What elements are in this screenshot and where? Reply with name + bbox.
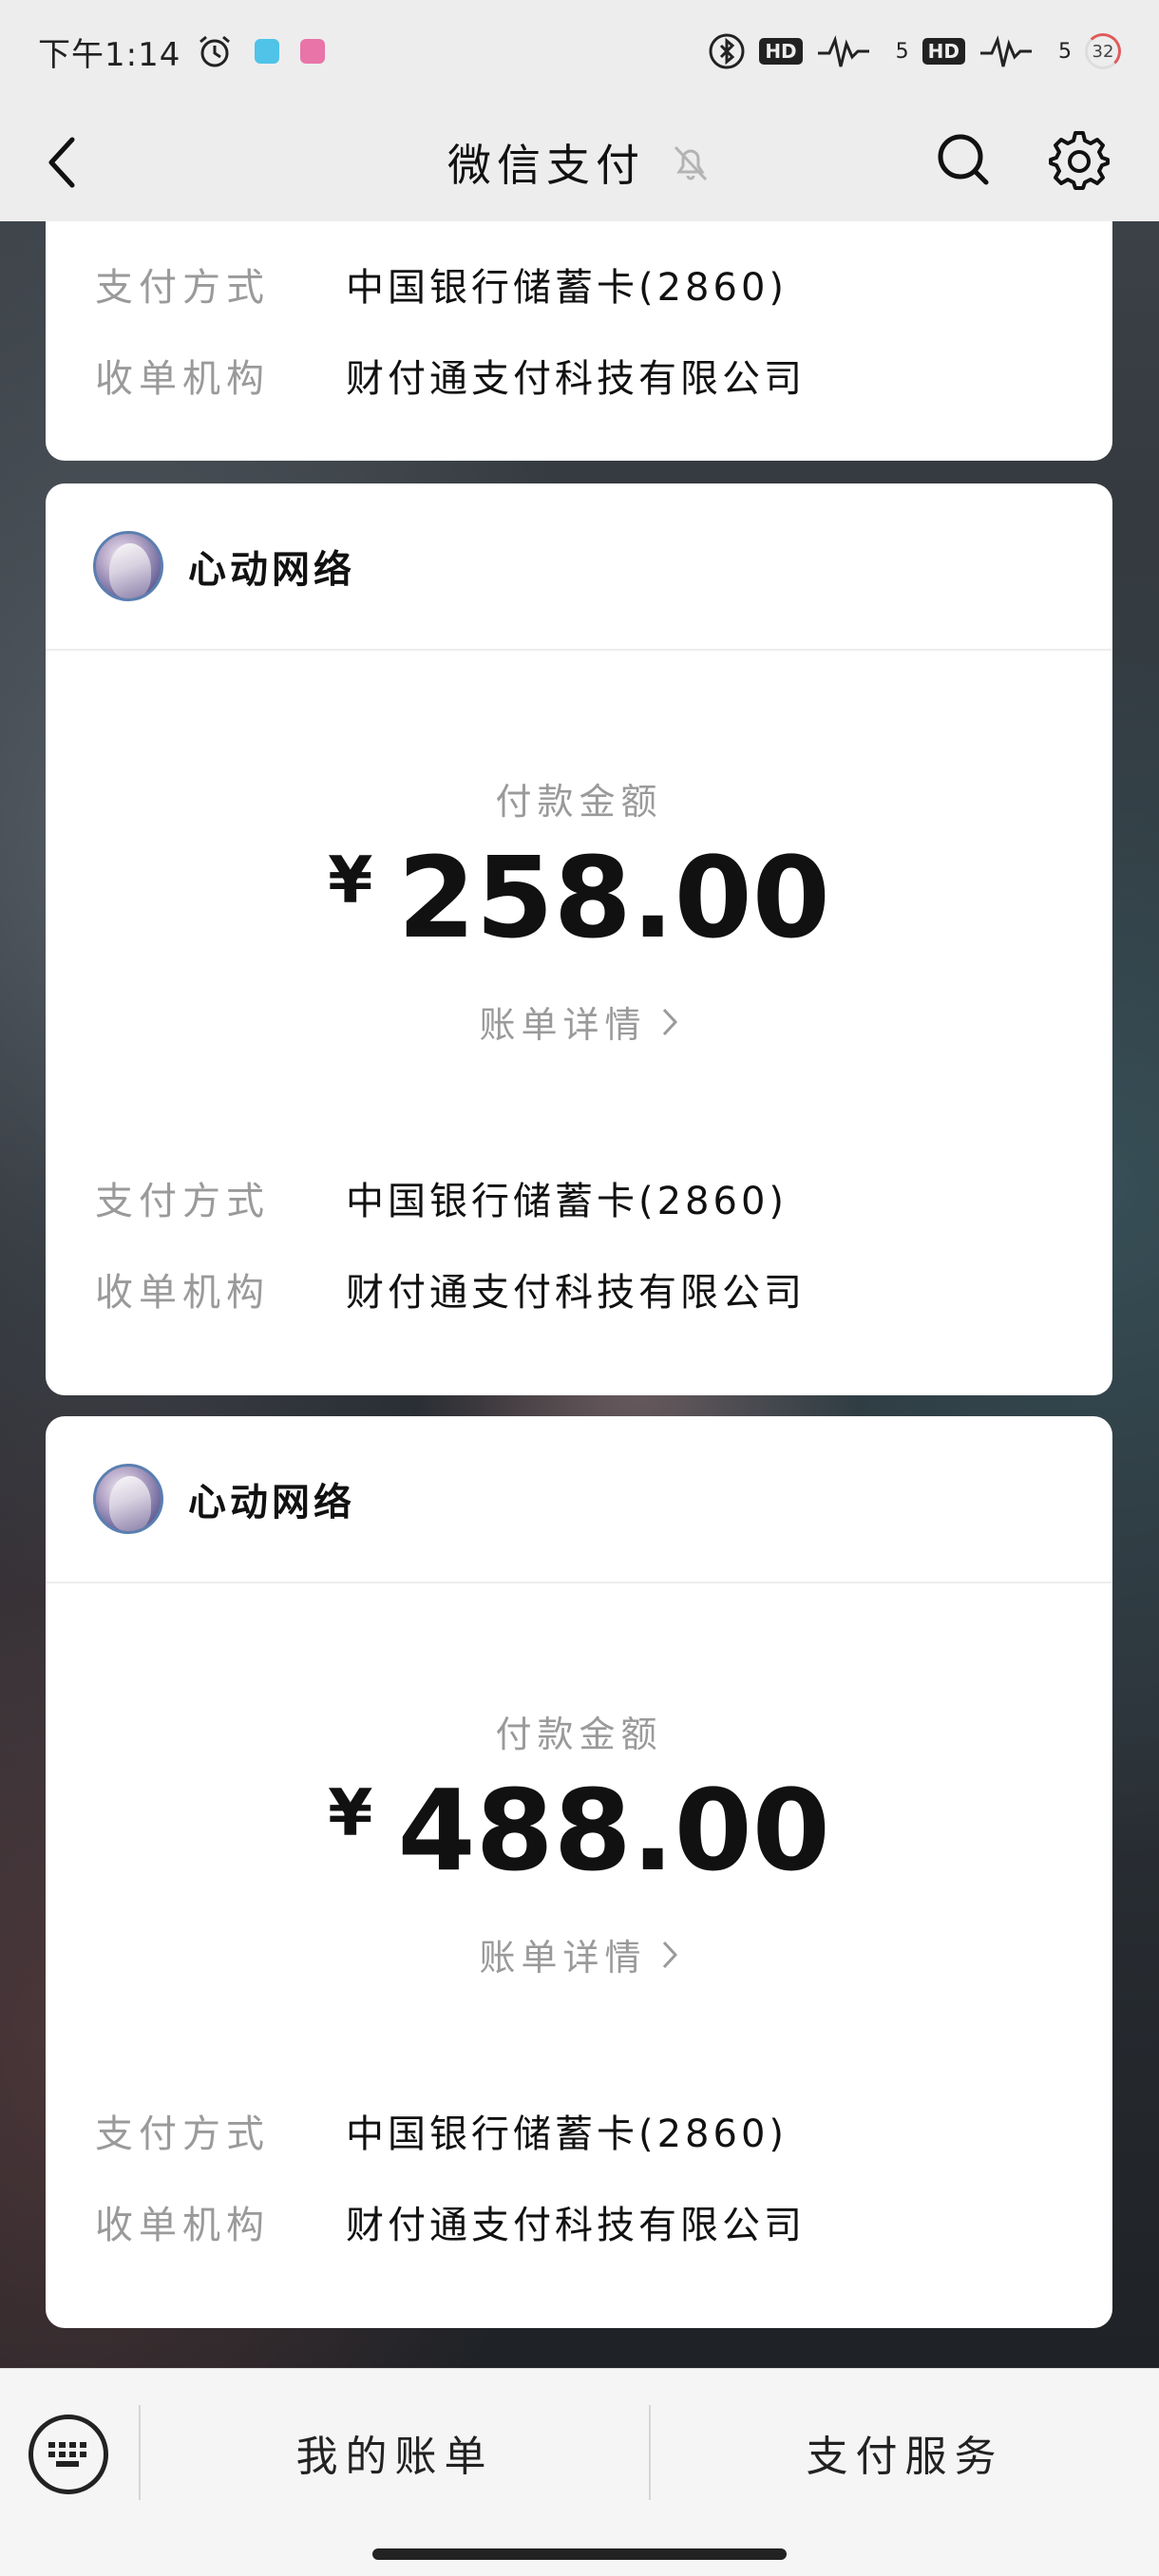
payment-amount: ¥ 488.00 (46, 1774, 1112, 1886)
merchant-avatar (93, 531, 163, 601)
payment-method-value: 中国银行储蓄卡(2860) (346, 2112, 788, 2156)
payment-card-partial[interactable]: 支付方式 中国银行储蓄卡(2860) 收单机构 财付通支付科技有限公司 (46, 221, 1112, 461)
payment-method-label: 支付方式 (95, 2112, 270, 2156)
menu-my-bills[interactable]: 我的账单 (141, 2405, 649, 2500)
keyboard-icon (48, 2442, 86, 2467)
payment-method-row: 支付方式 中国银行储蓄卡(2860) (95, 1152, 1112, 1243)
gear-icon (1049, 131, 1110, 190)
merchant-avatar (93, 1464, 163, 1534)
payment-method-value: 中国银行储蓄卡(2860) (346, 1180, 788, 1223)
acquirer-label: 收单机构 (95, 1271, 270, 1315)
bottom-menu-bar: 我的账单 支付服务 (0, 2368, 1159, 2576)
status-bar: 下午1:14 HD 5 HD 5 32 (0, 0, 1159, 103)
acquirer-label: 收单机构 (95, 2204, 270, 2247)
merchant-header[interactable]: 心动网络 (46, 483, 1112, 651)
hd-badge: HD (759, 38, 803, 65)
payment-method-value: 中国银行储蓄卡(2860) (346, 266, 788, 310)
payment-method-row: 支付方式 中国银行储蓄卡(2860) (95, 2085, 1112, 2176)
amount-label: 付款金额 (495, 781, 663, 823)
bill-details-label: 账单详情 (479, 1004, 647, 1046)
amount-value: 258.00 (397, 832, 830, 963)
payment-amount: ¥ 258.00 (46, 842, 1112, 954)
search-icon (938, 134, 989, 185)
back-button[interactable] (34, 129, 91, 196)
battery-icon: 32 (1085, 33, 1121, 69)
app-notification-icon (255, 39, 280, 64)
menu-payment-services[interactable]: 支付服务 (651, 2405, 1159, 2500)
bluetooth-icon (709, 33, 745, 69)
payment-card[interactable]: 心动网络 付款金额 ¥ 258.00 账单详情 支付方式 中国银行储蓄卡(286… (46, 483, 1112, 1395)
currency-symbol: ¥ (328, 843, 373, 919)
status-time: 下午1:14 (38, 35, 181, 74)
app-notification-icon (300, 39, 326, 64)
page-title: 微信支付 (447, 139, 645, 191)
keyboard-toggle-button[interactable] (28, 2415, 108, 2494)
alarm-icon (200, 35, 231, 67)
bill-details-label: 账单详情 (479, 1937, 647, 1979)
search-button[interactable] (929, 122, 998, 198)
acquirer-label: 收单机构 (95, 357, 270, 401)
acquirer-row: 收单机构 财付通支付科技有限公司 (95, 2176, 1112, 2267)
chevron-left-icon (48, 137, 75, 188)
merchant-header[interactable]: 心动网络 (46, 1416, 1112, 1583)
payment-method-row: 支付方式 中国银行储蓄卡(2860) (95, 238, 1112, 330)
nav-bar: 微信支付 (0, 103, 1159, 221)
settings-button[interactable] (1041, 122, 1117, 198)
merchant-name: 心动网络 (188, 1481, 355, 1525)
bell-off-icon (674, 145, 708, 180)
currency-symbol: ¥ (328, 1776, 373, 1851)
hd-badge: HD (922, 38, 965, 65)
bill-details-link[interactable]: 账单详情 (479, 995, 678, 1048)
signal-icon (980, 35, 1032, 67)
home-indicator[interactable] (372, 2548, 787, 2560)
merchant-name: 心动网络 (188, 548, 355, 592)
amount-value: 488.00 (397, 1765, 830, 1896)
acquirer-row: 收单机构 财付通支付科技有限公司 (95, 1243, 1112, 1335)
payment-method-label: 支付方式 (95, 266, 270, 310)
network-label: 5 (895, 39, 909, 64)
chevron-right-icon (662, 1941, 677, 1968)
acquirer-value: 财付通支付科技有限公司 (346, 357, 806, 401)
acquirer-row: 收单机构 财付通支付科技有限公司 (95, 330, 1112, 421)
bill-details-link[interactable]: 账单详情 (479, 1928, 678, 1980)
chevron-right-icon (662, 1008, 677, 1035)
battery-level: 32 (1092, 41, 1114, 62)
payment-card[interactable]: 心动网络 付款金额 ¥ 488.00 账单详情 支付方式 中国银行储蓄卡(286… (46, 1416, 1112, 2328)
signal-icon (817, 35, 869, 67)
amount-label: 付款金额 (495, 1714, 663, 1755)
acquirer-value: 财付通支付科技有限公司 (346, 1271, 806, 1315)
network-label: 5 (1058, 39, 1072, 64)
payment-method-label: 支付方式 (95, 1180, 270, 1223)
acquirer-value: 财付通支付科技有限公司 (346, 2204, 806, 2247)
